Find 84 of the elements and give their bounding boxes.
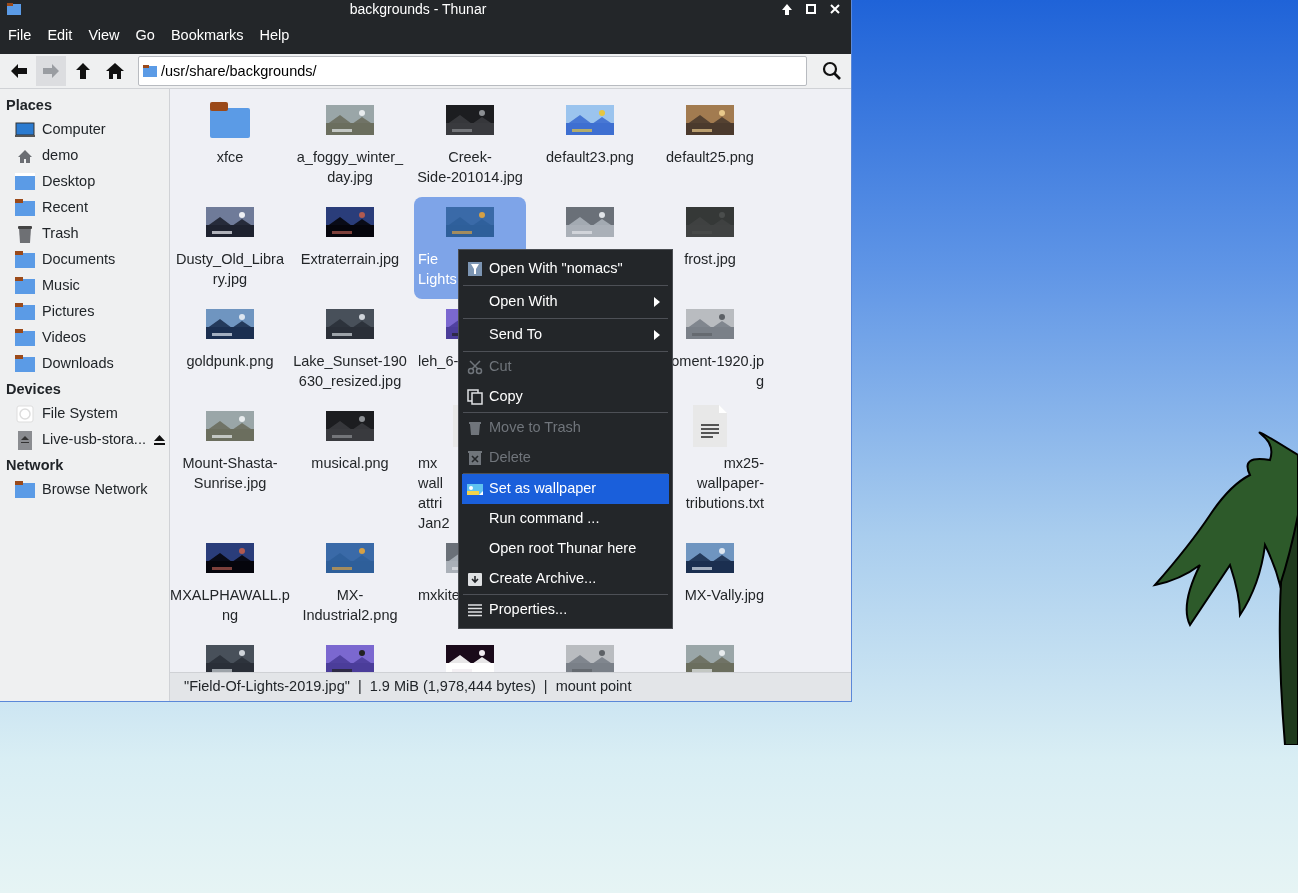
sidebar-item[interactable]: Live-usb-stora... xyxy=(0,427,169,453)
file-name[interactable]: MX-Vally.jpg xyxy=(684,585,764,605)
app-icon xyxy=(7,3,21,15)
menu-item[interactable]: Set as wallpaper xyxy=(462,474,669,504)
file-name[interactable]: Mount-Shasta- Sunrise.jpg xyxy=(182,453,278,493)
folder-icon xyxy=(143,65,157,77)
wallpaper-icon xyxy=(467,481,483,497)
menu-item[interactable]: Run command ... xyxy=(459,504,672,534)
section-heading: Places xyxy=(5,96,53,115)
document-icon xyxy=(693,405,727,447)
eject-icon[interactable] xyxy=(154,435,165,445)
file-name[interactable]: default25.png xyxy=(666,147,754,167)
file-name[interactable]: leh_6- xyxy=(416,351,459,371)
window-title: backgrounds - Thunar xyxy=(348,0,487,19)
menubar-item[interactable]: File xyxy=(0,25,40,47)
sidebar-item[interactable]: Pictures xyxy=(0,299,169,325)
folder-icon xyxy=(15,480,35,500)
keep-above-button[interactable] xyxy=(780,2,794,16)
file-name[interactable]: mx25- wallpaper- tributions.txt xyxy=(685,453,764,513)
menubar-item[interactable]: View xyxy=(80,25,128,47)
menu-item[interactable]: Properties... xyxy=(459,595,672,625)
menu-item[interactable]: Open root Thunar here xyxy=(459,534,672,564)
maximize-button[interactable] xyxy=(804,2,818,16)
folder-icon xyxy=(15,250,35,270)
app-icon xyxy=(467,261,483,277)
sidebar-item[interactable]: Desktop xyxy=(0,169,169,195)
file-name[interactable]: default23.png xyxy=(546,147,634,167)
file-name[interactable]: mx wall attri Jan2 xyxy=(416,453,450,533)
file-name[interactable]: MX- Industrial2.png xyxy=(302,585,398,625)
trash-icon xyxy=(15,224,35,244)
folder-icon xyxy=(15,354,35,374)
menu-item[interactable]: Open With "nomacs" xyxy=(459,253,672,285)
menubar-item[interactable]: Help xyxy=(251,25,298,47)
file-name[interactable]: goldpunk.png xyxy=(186,351,274,371)
laptop-icon xyxy=(15,120,35,140)
drive-icon xyxy=(15,430,35,450)
file-name[interactable]: Lake_Sunset-190 630_resized.jpg xyxy=(293,351,407,391)
desktop-folder-icon xyxy=(15,172,35,192)
search-icon xyxy=(822,61,842,81)
sidebar-item[interactable]: File System xyxy=(0,401,169,427)
file-name[interactable]: MXALPHAWALL.p ng xyxy=(170,585,290,625)
menubar-item[interactable]: Edit xyxy=(39,25,81,47)
forward-arrow-icon xyxy=(41,61,61,81)
sidebar-item[interactable]: Recent xyxy=(0,195,169,221)
sidebar-item[interactable]: Computer xyxy=(0,117,169,143)
menu-item[interactable]: Open With xyxy=(459,286,672,318)
menubar-item[interactable]: Go xyxy=(127,25,163,47)
status-bar: "Field-Of-Lights-2019.jpg" | 1.9 MiB (1,978,444 bytes) | mount point xyxy=(170,672,851,701)
menu-item[interactable]: Copy xyxy=(459,382,672,412)
home-icon xyxy=(105,61,125,81)
sidebar-item[interactable]: Documents xyxy=(0,247,169,273)
trash-icon xyxy=(467,420,483,436)
close-button[interactable] xyxy=(828,2,842,16)
file-name[interactable]: xfce xyxy=(216,147,244,167)
properties-icon xyxy=(467,602,483,618)
file-name[interactable]: Dusty_Old_Libra ry.jpg xyxy=(176,249,284,289)
file-name[interactable]: mxkite xyxy=(416,585,460,605)
folder-icon xyxy=(15,198,35,218)
folder-icon xyxy=(15,328,35,348)
file-name[interactable]: a_foggy_winter_ day.jpg xyxy=(296,147,404,187)
location-field[interactable]: /usr/share/backgrounds/ xyxy=(138,56,807,86)
sidebar-item[interactable]: demo xyxy=(0,143,169,169)
section-heading: Network xyxy=(5,456,65,475)
menu-item[interactable]: Create Archive... xyxy=(459,564,672,594)
delete-icon xyxy=(467,450,483,466)
file-name[interactable]: musical.png xyxy=(311,453,389,473)
sidebar-item[interactable]: Music xyxy=(0,273,169,299)
file-name[interactable]: oment-1920.jp g xyxy=(671,351,764,391)
file-name[interactable]: Extraterrain.jpg xyxy=(300,249,400,269)
section-heading: Devices xyxy=(5,380,62,399)
sidebar-item[interactable]: Downloads xyxy=(0,351,169,377)
menu-item[interactable]: Send To xyxy=(459,319,672,351)
archive-icon xyxy=(467,571,483,587)
file-name[interactable]: frost.jpg xyxy=(684,249,736,269)
folder-icon xyxy=(210,102,250,138)
sidebar-item[interactable]: Videos xyxy=(0,325,169,351)
sidebar-item[interactable]: Trash xyxy=(0,221,169,247)
menubar-item[interactable]: Bookmarks xyxy=(162,25,252,47)
file-name[interactable]: Creek- Side-201014.jpg xyxy=(417,147,523,187)
sidebar-item[interactable]: Browse Network xyxy=(0,477,169,503)
scissors-icon xyxy=(467,359,483,375)
folder-icon xyxy=(15,276,35,296)
copy-icon xyxy=(467,389,483,405)
folder-icon xyxy=(15,302,35,322)
